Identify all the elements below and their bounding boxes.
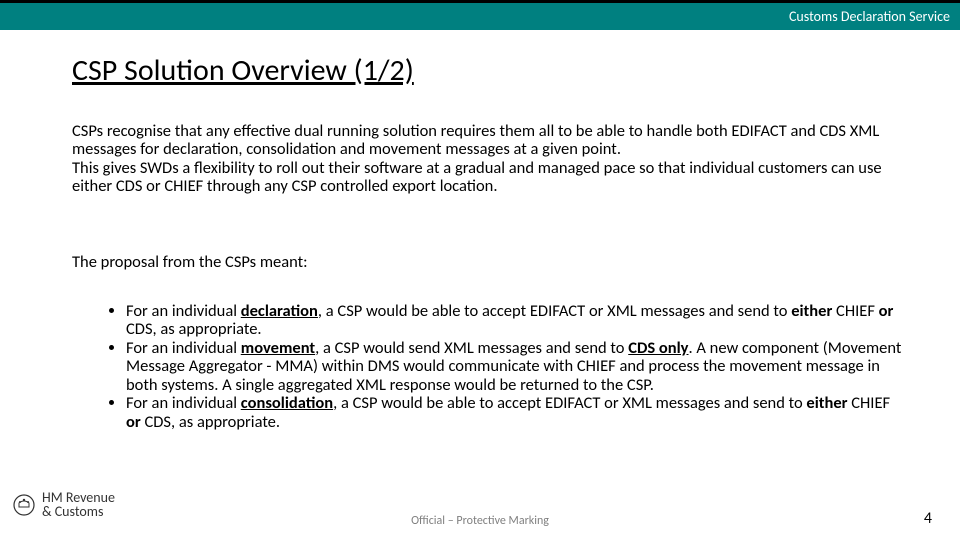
bullet-consolidation: For an individual consolidation, a CSP w… — [126, 394, 908, 431]
bullet-list: For an individual declaration, a CSP wou… — [110, 302, 908, 431]
intro-paragraph: CSPs recognise that any effective dual r… — [72, 122, 908, 196]
header-bar: Customs Declaration Service — [0, 0, 960, 30]
bullet-declaration: For an individual declaration, a CSP wou… — [126, 302, 908, 339]
proposal-intro: The proposal from the CSPs meant: — [72, 252, 908, 272]
intro-line-2: This gives SWDs a flexibility to roll ou… — [72, 159, 908, 196]
protective-marking: Official – Protective Marking — [0, 514, 960, 528]
intro-line-1: CSPs recognise that any effective dual r… — [72, 122, 908, 159]
page-number: 4 — [924, 509, 932, 528]
service-name: Customs Declaration Service — [789, 8, 950, 25]
page-title: CSP Solution Overview (1/2) — [72, 52, 414, 89]
bullet-movement: For an individual movement, a CSP would … — [126, 339, 908, 394]
